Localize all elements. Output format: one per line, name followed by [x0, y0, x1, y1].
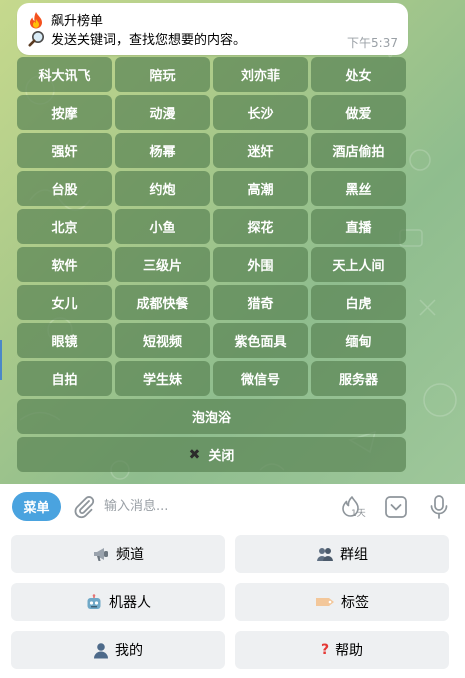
mine-label: 我的	[115, 643, 143, 659]
keyword-button[interactable]: 服务器	[311, 361, 406, 396]
keyword-button[interactable]: 杨幂	[115, 133, 210, 168]
channels-label: 频道	[116, 547, 144, 563]
keyword-button[interactable]: 猎奇	[213, 285, 308, 320]
keyword-button[interactable]: 成都快餐	[115, 285, 210, 320]
magnifier-icon	[27, 30, 45, 48]
tags-button[interactable]: 标签	[235, 583, 449, 621]
keyword-button[interactable]: 女儿	[17, 285, 112, 320]
keyword-button[interactable]: 天上人间	[311, 247, 406, 282]
keyword-button[interactable]: 酒店偷拍	[311, 133, 406, 168]
keyboard-toggle-icon[interactable]	[384, 495, 408, 519]
fire-icon	[27, 11, 45, 29]
channels-button[interactable]: 频道	[11, 535, 225, 573]
keyword-button[interactable]: 学生妹	[115, 361, 210, 396]
bot-message: 飙升榜单 发送关键词，查找您想要的内容。 下午5:37	[17, 3, 408, 55]
keyword-button[interactable]: 紫色面具	[213, 323, 308, 358]
edge-indicator	[0, 340, 2, 380]
mine-button[interactable]: 我的	[11, 631, 225, 669]
keyword-button[interactable]: 短视频	[115, 323, 210, 358]
keyword-button[interactable]: 强奸	[17, 133, 112, 168]
keyword-button[interactable]: 做爱	[311, 95, 406, 130]
message-title-line: 飙升榜单	[27, 10, 398, 29]
menu-button[interactable]: 菜单	[12, 492, 61, 521]
message-input[interactable]	[104, 494, 324, 518]
keyword-button[interactable]: 外围	[213, 247, 308, 282]
people-icon	[316, 546, 334, 562]
message-title: 飙升榜单	[51, 14, 104, 29]
keyword-button-bubble-bath[interactable]: 泡泡浴	[17, 399, 406, 434]
message-body-line: 发送关键词，查找您想要的内容。	[27, 29, 398, 48]
keyword-button[interactable]: 缅甸	[311, 323, 406, 358]
help-button[interactable]: ? 帮助	[235, 631, 449, 669]
keyword-button[interactable]: 处女	[311, 57, 406, 92]
keyword-button[interactable]: 按摩	[17, 95, 112, 130]
keyword-button[interactable]: 直播	[311, 209, 406, 244]
keyword-button[interactable]: 长沙	[213, 95, 308, 130]
message-input-bar: 菜单 1天	[0, 484, 465, 530]
message-timestamp: 下午5:37	[347, 36, 398, 50]
person-icon	[93, 642, 109, 659]
close-keyboard-button[interactable]: ✖ 关闭	[17, 437, 406, 472]
reply-keyboard: 频道 群组 机器人 标签 我的 ? 帮助	[0, 530, 465, 678]
keyword-button[interactable]: 科大讯飞	[17, 57, 112, 92]
message-body: 发送关键词，查找您想要的内容。	[51, 33, 247, 48]
groups-button[interactable]: 群组	[235, 535, 449, 573]
keyword-button[interactable]: 眼镜	[17, 323, 112, 358]
help-label: 帮助	[335, 643, 364, 659]
keyword-button[interactable]: 小鱼	[115, 209, 210, 244]
keyword-button[interactable]: 北京	[17, 209, 112, 244]
keyword-button[interactable]: 刘亦菲	[213, 57, 308, 92]
keyword-button[interactable]: 台股	[17, 171, 112, 206]
keyword-button[interactable]: 探花	[213, 209, 308, 244]
keyword-button[interactable]: 微信号	[213, 361, 308, 396]
keyword-button[interactable]: 动漫	[115, 95, 210, 130]
microphone-icon[interactable]	[428, 493, 450, 521]
keyword-button[interactable]: 自拍	[17, 361, 112, 396]
keyword-button[interactable]: 黑丝	[311, 171, 406, 206]
keyword-button[interactable]: 陪玩	[115, 57, 210, 92]
close-label: 关闭	[208, 449, 235, 464]
keyword-button[interactable]: 约炮	[115, 171, 210, 206]
timer-label: 1天	[351, 509, 366, 519]
groups-label: 群组	[340, 547, 368, 563]
bots-label: 机器人	[109, 595, 151, 611]
keyword-button[interactable]: 高潮	[213, 171, 308, 206]
question-icon: ?	[320, 642, 330, 658]
inline-keyboard: 科大讯飞 陪玩 刘亦菲 处女按摩 动漫 长沙 做爱强奸 杨幂 迷奸 酒店偷拍台股 约炮 高潮 黑丝北京小…	[17, 57, 408, 472]
megaphone-icon	[92, 546, 110, 562]
close-icon: ✖	[188, 446, 201, 463]
keyword-button[interactable]: 白虎	[311, 285, 406, 320]
tags-label: 标签	[341, 595, 369, 611]
keyword-button[interactable]: 三级片	[115, 247, 210, 282]
robot-icon	[85, 593, 103, 611]
bots-button[interactable]: 机器人	[11, 583, 225, 621]
keyword-button[interactable]: 迷奸	[213, 133, 308, 168]
tag-icon	[315, 595, 335, 609]
paperclip-icon[interactable]	[72, 494, 96, 520]
keyword-button[interactable]: 软件	[17, 247, 112, 282]
